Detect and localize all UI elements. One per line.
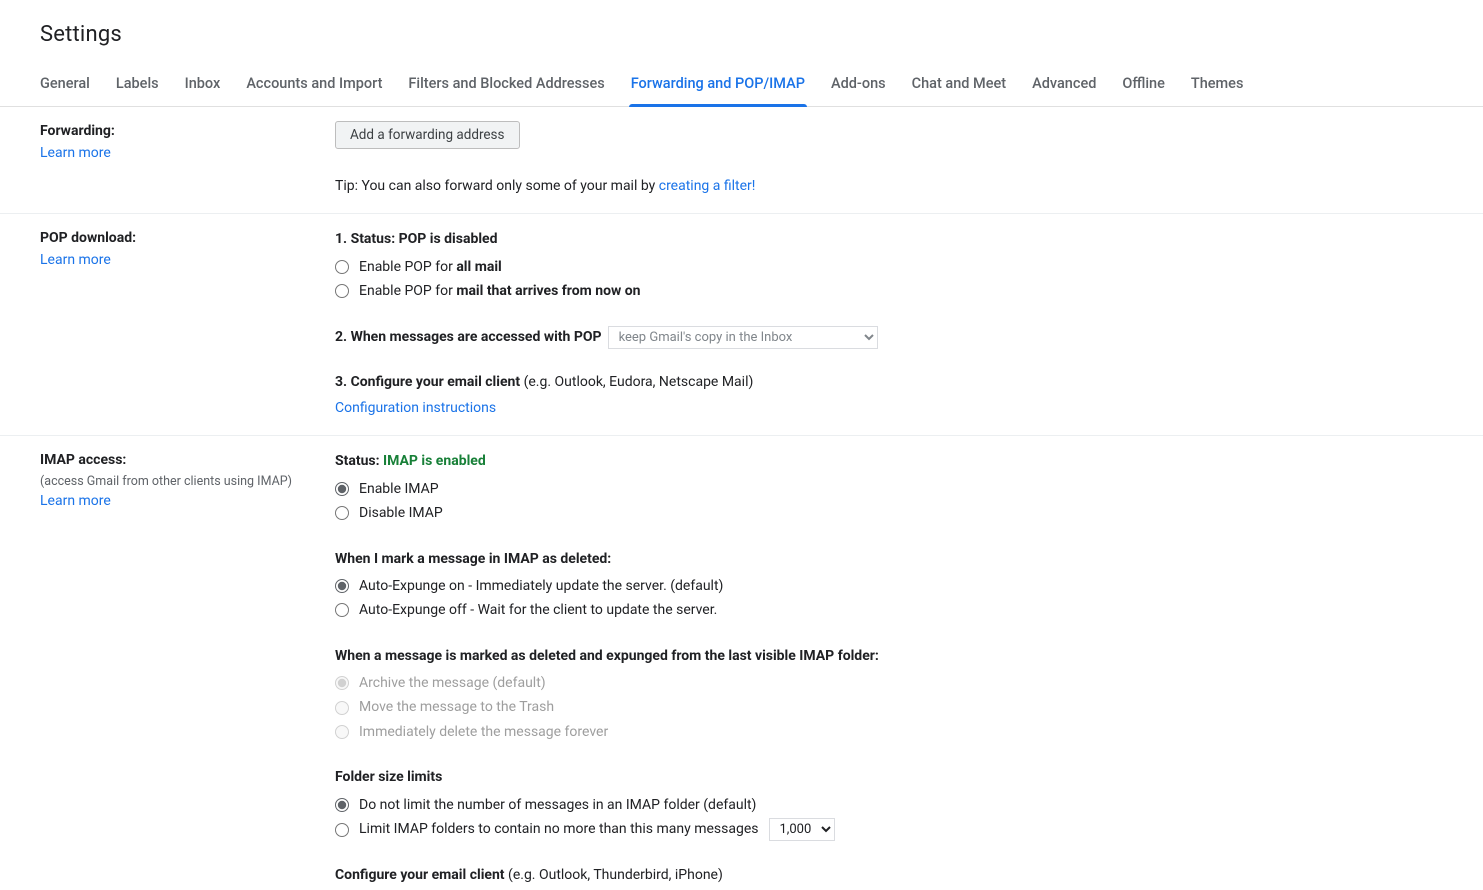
- imap-delete-header: When I mark a message in IMAP as deleted…: [335, 548, 1443, 570]
- imap-trash-label: Move the message to the Trash: [359, 696, 554, 718]
- pop-when-header: 2. When messages are accessed with POP: [335, 326, 602, 348]
- pop-enable-all-pre: Enable POP for: [359, 259, 456, 275]
- imap-expunge-off-label: Auto-Expunge off - Wait for the client t…: [359, 599, 717, 621]
- pop-enable-all-bold: all mail: [456, 259, 501, 275]
- imap-learn-more-link[interactable]: Learn more: [40, 493, 111, 509]
- tab-advanced[interactable]: Advanced: [1032, 65, 1096, 106]
- pop-action-select[interactable]: keep Gmail's copy in the Inbox: [608, 326, 878, 349]
- pop-status-label: 1. Status:: [335, 231, 399, 247]
- forwarding-title: Forwarding:: [40, 121, 315, 143]
- imap-title: IMAP access:: [40, 450, 315, 472]
- page-title: Settings: [0, 0, 1483, 65]
- imap-delete-forever-label: Immediately delete the message forever: [359, 721, 608, 743]
- imap-disable-radio[interactable]: Disable IMAP: [335, 501, 1443, 525]
- settings-tabs: General Labels Inbox Accounts and Import…: [0, 65, 1483, 107]
- imap-delete-forever-radio: Immediately delete the message forever: [335, 720, 1443, 744]
- forwarding-learn-more-link[interactable]: Learn more: [40, 145, 111, 161]
- imap-limit-radio[interactable]: Limit IMAP folders to contain no more th…: [335, 817, 1443, 842]
- tab-inbox[interactable]: Inbox: [185, 65, 221, 106]
- imap-trash-radio: Move the message to the Trash: [335, 695, 1443, 719]
- tab-themes[interactable]: Themes: [1191, 65, 1244, 106]
- section-pop: POP download: Learn more 1. Status: POP …: [0, 214, 1483, 436]
- imap-folder-size-header: Folder size limits: [335, 766, 1443, 788]
- create-filter-link[interactable]: creating a filter!: [659, 178, 756, 194]
- pop-enable-all-radio[interactable]: Enable POP for all mail: [335, 255, 1443, 279]
- tab-labels[interactable]: Labels: [116, 65, 159, 106]
- imap-delete-forever-radio-input: [335, 725, 349, 739]
- imap-trash-radio-input: [335, 701, 349, 715]
- imap-expunge-on-radio[interactable]: Auto-Expunge on - Immediately update the…: [335, 574, 1443, 598]
- tab-accounts[interactable]: Accounts and Import: [246, 65, 382, 106]
- imap-expunge-off-radio[interactable]: Auto-Expunge off - Wait for the client t…: [335, 598, 1443, 622]
- imap-enable-radio[interactable]: Enable IMAP: [335, 477, 1443, 501]
- pop-enable-now-pre: Enable POP for: [359, 283, 456, 299]
- imap-archive-radio-input: [335, 676, 349, 690]
- imap-no-limit-radio-input[interactable]: [335, 798, 349, 812]
- pop-status-value: POP is disabled: [399, 231, 498, 247]
- pop-configure-eg: (e.g. Outlook, Eudora, Netscape Mail): [524, 374, 754, 390]
- tab-general[interactable]: General: [40, 65, 90, 106]
- imap-archive-radio: Archive the message (default): [335, 671, 1443, 695]
- imap-enable-label: Enable IMAP: [359, 478, 439, 500]
- forwarding-tip-text: Tip: You can also forward only some of y…: [335, 178, 659, 194]
- imap-expunged-action-header: When a message is marked as deleted and …: [335, 645, 1443, 667]
- tab-forwarding-pop-imap[interactable]: Forwarding and POP/IMAP: [631, 65, 805, 106]
- pop-title: POP download:: [40, 228, 315, 250]
- imap-expunge-on-radio-input[interactable]: [335, 579, 349, 593]
- pop-enable-now-bold: mail that arrives from now on: [456, 283, 640, 299]
- imap-no-limit-radio[interactable]: Do not limit the number of messages in a…: [335, 793, 1443, 817]
- imap-configure-eg: (e.g. Outlook, Thunderbird, iPhone): [508, 867, 723, 883]
- pop-enable-now-radio-input[interactable]: [335, 284, 349, 298]
- pop-enable-all-radio-input[interactable]: [335, 260, 349, 274]
- add-forwarding-button[interactable]: Add a forwarding address: [335, 121, 520, 149]
- imap-no-limit-label: Do not limit the number of messages in a…: [359, 794, 756, 816]
- pop-enable-now-radio[interactable]: Enable POP for mail that arrives from no…: [335, 279, 1443, 303]
- imap-enable-radio-input[interactable]: [335, 482, 349, 496]
- tab-chat-meet[interactable]: Chat and Meet: [912, 65, 1006, 106]
- imap-disable-label: Disable IMAP: [359, 502, 443, 524]
- imap-archive-label: Archive the message (default): [359, 672, 546, 694]
- pop-learn-more-link[interactable]: Learn more: [40, 252, 111, 268]
- tab-addons[interactable]: Add-ons: [831, 65, 886, 106]
- tab-filters[interactable]: Filters and Blocked Addresses: [408, 65, 604, 106]
- imap-limit-label: Limit IMAP folders to contain no more th…: [359, 818, 759, 840]
- section-imap: IMAP access: (access Gmail from other cl…: [0, 436, 1483, 890]
- imap-limit-select[interactable]: 1,000: [769, 818, 835, 841]
- pop-configure-label: 3. Configure your email client: [335, 374, 524, 390]
- imap-expunge-off-radio-input[interactable]: [335, 603, 349, 617]
- pop-config-instructions-link[interactable]: Configuration instructions: [335, 400, 496, 416]
- imap-status-value: IMAP is enabled: [383, 453, 486, 469]
- imap-disable-radio-input[interactable]: [335, 506, 349, 520]
- tab-offline[interactable]: Offline: [1122, 65, 1165, 106]
- imap-configure-label: Configure your email client: [335, 867, 508, 883]
- imap-subtitle: (access Gmail from other clients using I…: [40, 472, 315, 491]
- imap-expunge-on-label: Auto-Expunge on - Immediately update the…: [359, 575, 723, 597]
- imap-limit-radio-input[interactable]: [335, 823, 349, 837]
- imap-status-label: Status:: [335, 453, 383, 469]
- section-forwarding: Forwarding: Learn more Add a forwarding …: [0, 107, 1483, 214]
